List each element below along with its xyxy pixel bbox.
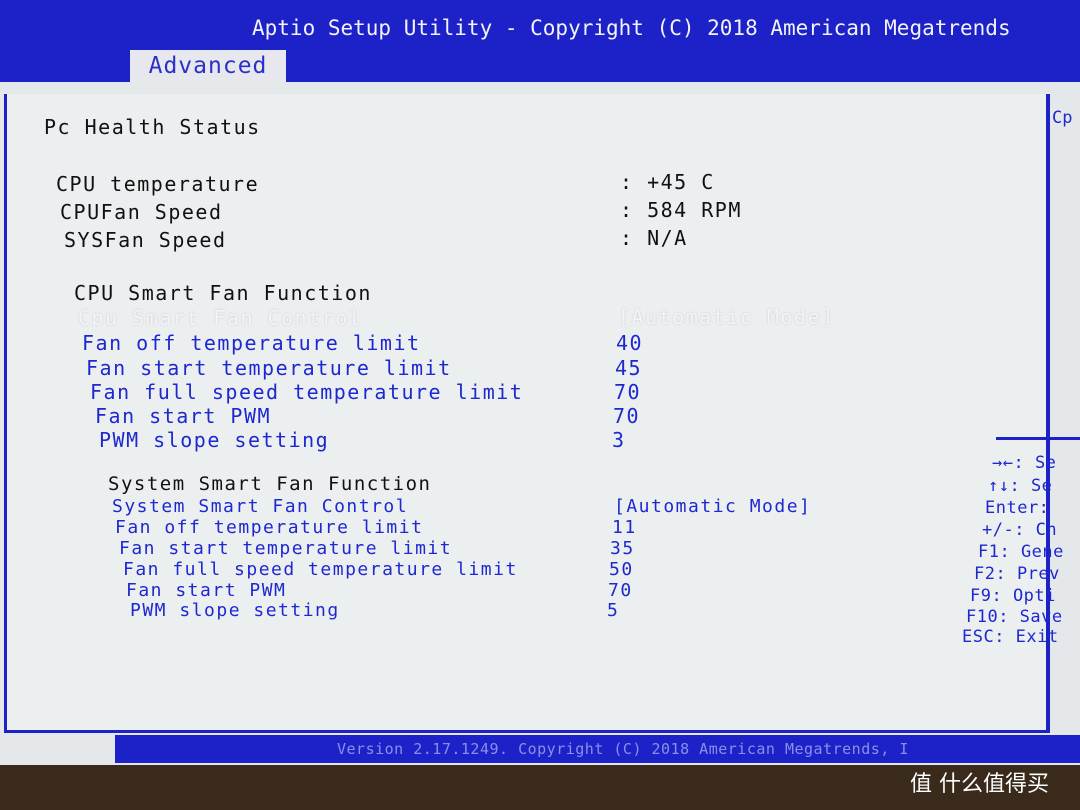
cpu-fan-start-temp-value[interactable]: 45	[615, 356, 642, 380]
cpu-pwm-slope[interactable]: PWM slope setting	[99, 428, 329, 452]
sys-smart-fan-control[interactable]: System Smart Fan Control	[112, 496, 408, 517]
sys-fan-off-temp[interactable]: Fan off temperature limit	[115, 517, 423, 538]
cpu-fan-heading: CPU Smart Fan Function	[74, 281, 372, 305]
cpu-fan-start-pwm[interactable]: Fan start PWM	[95, 404, 271, 428]
help-key-f10: F10: Save	[966, 607, 1063, 627]
cpu-fan-start-temp[interactable]: Fan start temperature limit	[86, 356, 452, 380]
help-title: Cp	[1052, 108, 1073, 128]
help-key-esc: ESC: Exit	[962, 627, 1059, 647]
bios-screen: Aptio Setup Utility - Copyright (C) 2018…	[0, 0, 1080, 765]
cpu-temp-label: CPU temperature	[56, 172, 260, 196]
sysfan-speed-label: SYSFan Speed	[64, 228, 227, 252]
cpu-pwm-slope-value[interactable]: 3	[612, 428, 626, 452]
sys-smart-fan-control-value[interactable]: [Automatic Mode]	[614, 496, 811, 517]
cpu-temp-value: : +45 C	[620, 170, 715, 194]
sys-fan-start-pwm-value[interactable]: 70	[608, 580, 633, 601]
cpu-fan-full-speed-temp[interactable]: Fan full speed temperature limit	[90, 380, 523, 404]
watermark-logo: 值 什么值得买	[910, 772, 1049, 797]
cpu-smart-fan-control[interactable]: Cpu Smart Fan Control	[78, 306, 362, 330]
cpufan-speed-label: CPUFan Speed	[60, 200, 223, 224]
sys-fan-heading: System Smart Fan Function	[108, 473, 432, 495]
sysfan-speed-value: : N/A	[620, 226, 688, 250]
help-key-change: +/-: Ch	[982, 520, 1058, 540]
sys-fan-full-speed-temp-value[interactable]: 50	[609, 559, 634, 580]
sys-fan-start-pwm[interactable]: Fan start PWM	[126, 580, 286, 601]
title-bar: Aptio Setup Utility - Copyright (C) 2018…	[0, 0, 1080, 82]
cpu-smart-fan-control-value[interactable]: [Automatic Mode]	[618, 305, 835, 329]
cpu-fan-off-temp-value[interactable]: 40	[616, 331, 643, 355]
cpu-fan-full-speed-temp-value[interactable]: 70	[614, 380, 641, 404]
help-key-select-screen: →←: Se	[992, 453, 1057, 473]
sys-pwm-slope-value[interactable]: 5	[607, 600, 619, 621]
version-footer: Version 2.17.1249. Copyright (C) 2018 Am…	[115, 735, 1080, 763]
help-key-enter: Enter:	[985, 498, 1050, 518]
title: Aptio Setup Utility - Copyright (C) 2018…	[252, 16, 1011, 40]
help-key-f9: F9: Opti	[970, 586, 1056, 606]
help-key-select-item: ↑↓: Se	[988, 476, 1053, 496]
sys-fan-start-temp-value[interactable]: 35	[610, 538, 635, 559]
cpu-fan-off-temp[interactable]: Fan off temperature limit	[82, 331, 421, 355]
page-title: Pc Health Status	[44, 115, 261, 139]
sys-pwm-slope[interactable]: PWM slope setting	[130, 600, 340, 621]
cpu-fan-start-pwm-value[interactable]: 70	[613, 404, 640, 428]
sys-fan-off-temp-value[interactable]: 11	[612, 517, 637, 538]
cpufan-speed-value: : 584 RPM	[620, 198, 742, 222]
tab-advanced[interactable]: Advanced	[130, 50, 286, 82]
sys-fan-full-speed-temp[interactable]: Fan full speed temperature limit	[123, 559, 518, 580]
help-key-f2: F2: Prev	[974, 564, 1060, 584]
help-divider	[996, 437, 1080, 440]
help-key-f1: F1: Gene	[978, 542, 1064, 562]
sys-fan-start-temp[interactable]: Fan start temperature limit	[119, 538, 452, 559]
